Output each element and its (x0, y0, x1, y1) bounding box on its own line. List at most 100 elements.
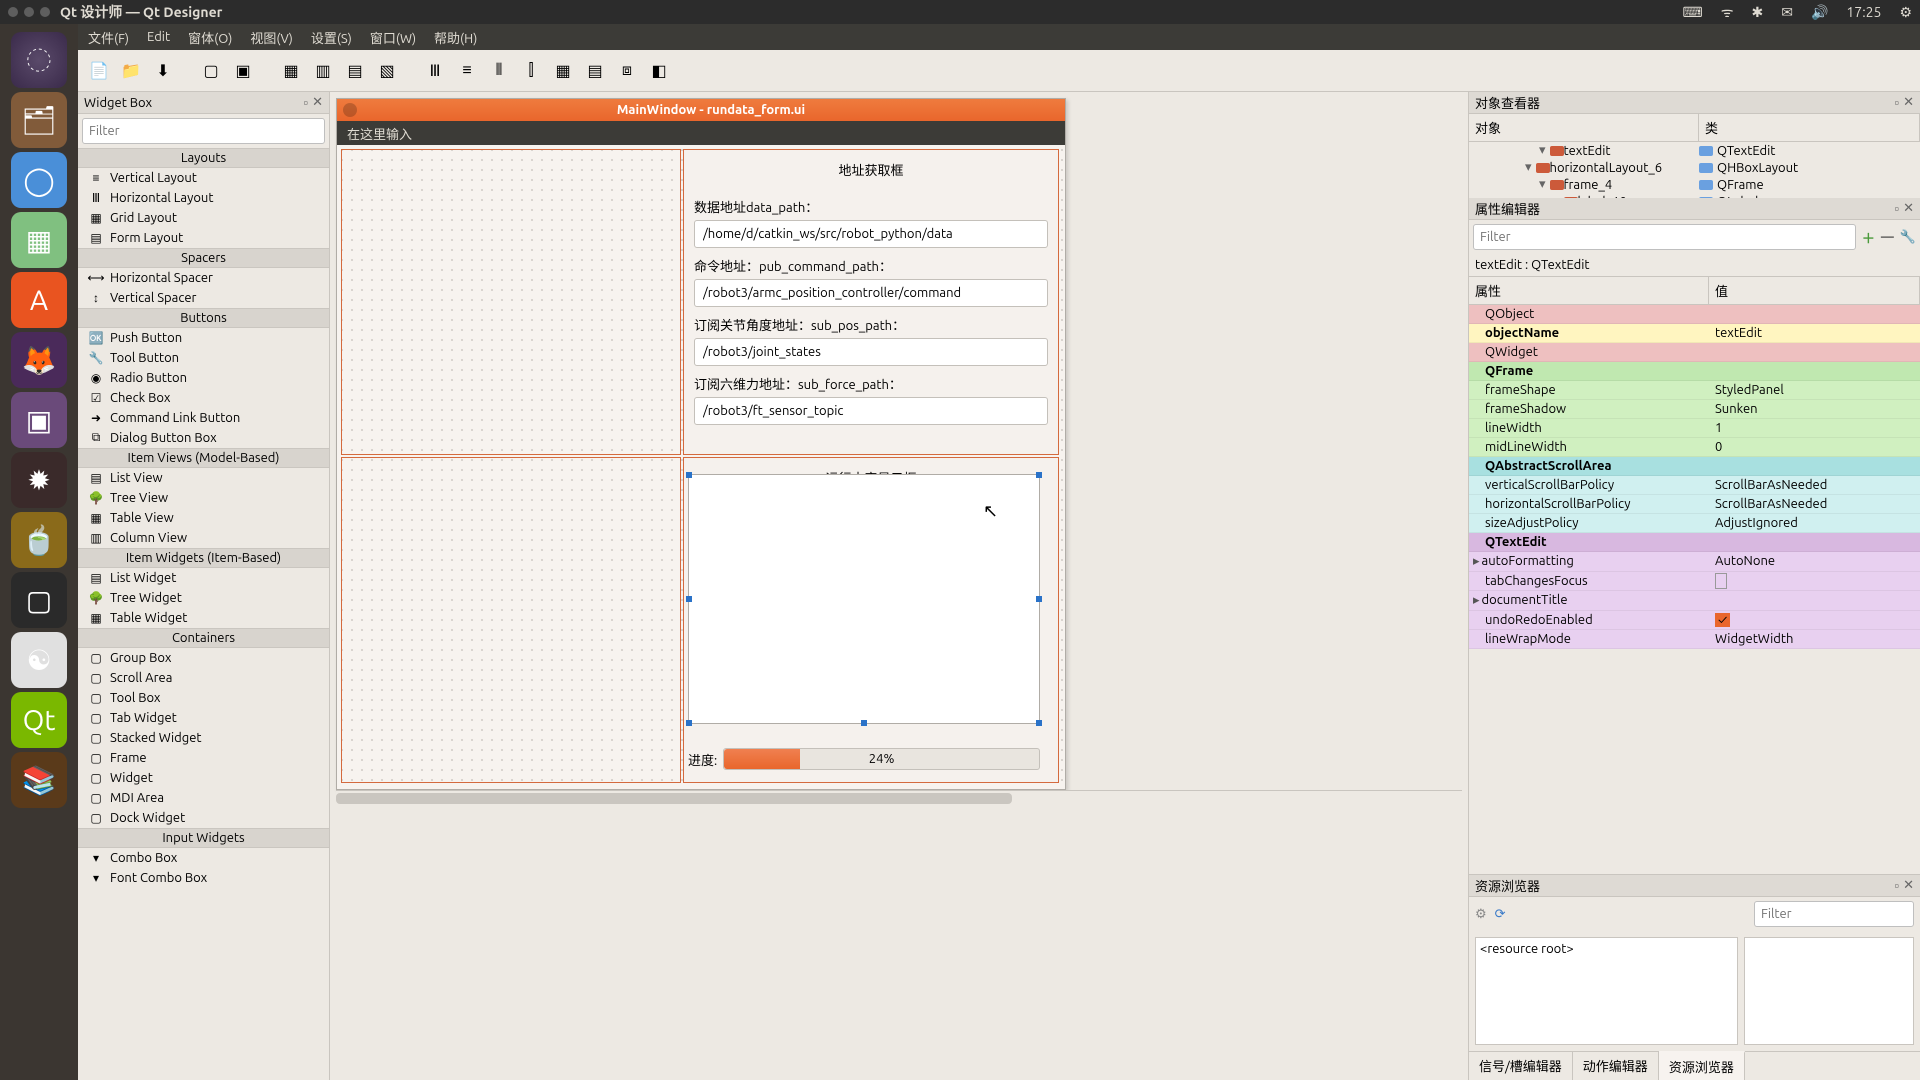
cat-itemviews[interactable]: Item Views (Model-Based) (78, 448, 329, 468)
design-menu-placeholder[interactable]: 在这里输入 (347, 124, 412, 143)
property-row[interactable]: frameShapeStyledPanel (1469, 381, 1920, 400)
item-grid-layout[interactable]: ▦Grid Layout (78, 208, 329, 228)
item-pushbutton[interactable]: 🆗Push Button (78, 328, 329, 348)
property-row[interactable]: sizeAdjustPolicyAdjustIgnored (1469, 514, 1920, 533)
item-treewidget[interactable]: 🌳Tree Widget (78, 588, 329, 608)
property-row[interactable]: QTextEdit (1469, 533, 1920, 552)
wrench-icon[interactable]: 🔧 (1900, 230, 1916, 245)
launcher-dash[interactable]: ◌ (11, 32, 67, 88)
resize-handle-w[interactable] (686, 596, 692, 602)
property-row[interactable]: lineWrapModeWidgetWidth (1469, 630, 1920, 649)
property-row[interactable]: tabChangesFocus (1469, 572, 1920, 591)
volume-icon[interactable]: 🔊 (1811, 4, 1828, 21)
layout-cell-bottomleft[interactable] (341, 457, 681, 783)
float-icon[interactable]: ▫ (1894, 878, 1899, 893)
field-datapath[interactable] (694, 220, 1048, 248)
launcher-calc[interactable]: ▦ (11, 212, 67, 268)
launcher-qtcreator[interactable]: Qt (11, 692, 67, 748)
menu-settings[interactable]: 设置(S) (311, 28, 352, 47)
item-widget[interactable]: ▢Widget (78, 768, 329, 788)
field-subforce[interactable] (694, 397, 1048, 425)
propedit-filter-input[interactable] (1473, 224, 1856, 250)
reload-icon[interactable]: ⟳ (1495, 907, 1506, 922)
item-scrollarea[interactable]: ▢Scroll Area (78, 668, 329, 688)
item-mdiarea[interactable]: ▢MDI Area (78, 788, 329, 808)
progress-bar[interactable]: 24% (723, 748, 1040, 770)
break-layout-icon[interactable]: ⧈ (614, 58, 640, 84)
cat-itemwidgets[interactable]: Item Widgets (Item-Based) (78, 548, 329, 568)
col-value[interactable]: 值 (1709, 277, 1920, 304)
property-row[interactable]: QWidget (1469, 343, 1920, 362)
cat-inputwidgets[interactable]: Input Widgets (78, 828, 329, 848)
layout-vsplit-icon[interactable]: ⫿ (518, 58, 544, 84)
resize-handle-sw[interactable] (686, 720, 692, 726)
property-row[interactable]: objectNametextEdit (1469, 324, 1920, 343)
menu-window[interactable]: 窗口(W) (370, 28, 416, 47)
layout-h-icon[interactable]: Ⅲ (422, 58, 448, 84)
design-body[interactable]: 地址获取框 数据地址data_path： 命令地址：pub_command_pa… (337, 145, 1065, 789)
property-row[interactable]: QObject (1469, 305, 1920, 324)
menu-help[interactable]: 帮助(H) (434, 28, 477, 47)
item-hspacer[interactable]: ⟷Horizontal Spacer (78, 268, 329, 288)
item-horizontal-layout[interactable]: ⅢHorizontal Layout (78, 188, 329, 208)
new-icon[interactable]: 📄 (86, 58, 112, 84)
layout-cell-bottomright[interactable]: 运行内容显示框 进度: (683, 457, 1059, 783)
item-tablewidget[interactable]: ▦Table Widget (78, 608, 329, 628)
item-radiobutton[interactable]: ◉Radio Button (78, 368, 329, 388)
property-row[interactable]: horizontalScrollBarPolicyScrollBarAsNeed… (1469, 495, 1920, 514)
property-row[interactable]: undoRedoEnabled✓ (1469, 611, 1920, 630)
item-vspacer[interactable]: ↕Vertical Spacer (78, 288, 329, 308)
item-columnview[interactable]: ▥Column View (78, 528, 329, 548)
edit-buddies-icon[interactable]: ▤ (342, 58, 368, 84)
item-fontcombobox[interactable]: ▾Font Combo Box (78, 868, 329, 888)
keyboard-icon[interactable]: ⌨ (1682, 4, 1702, 21)
clock[interactable]: 17:25 (1846, 4, 1881, 20)
menu-file[interactable]: 文件(F) (88, 28, 129, 47)
launcher-misc2[interactable]: ☯ (11, 632, 67, 688)
inspector-row[interactable]: ▾ textEditQTextEdit (1469, 142, 1920, 159)
bring-front-icon[interactable]: ▢ (198, 58, 224, 84)
item-treeview[interactable]: 🌳Tree View (78, 488, 329, 508)
win-max-icon[interactable] (40, 7, 50, 17)
launcher-files[interactable]: 🗂 (11, 92, 67, 148)
resource-tree[interactable]: <resource root> (1475, 937, 1738, 1045)
design-titlebar[interactable]: MainWindow - rundata_form.ui (337, 99, 1065, 121)
property-row[interactable]: lineWidth1 (1469, 419, 1920, 438)
layout-hsplit-icon[interactable]: ⫴ (486, 58, 512, 84)
tab-action[interactable]: 动作编辑器 (1573, 1052, 1659, 1080)
widgetbox-filter-input[interactable] (82, 118, 325, 144)
launcher-firefox[interactable]: 🦊 (11, 332, 67, 388)
cat-containers[interactable]: Containers (78, 628, 329, 648)
mail-icon[interactable]: ✉ (1781, 4, 1793, 21)
resize-handle-nw[interactable] (686, 472, 692, 478)
design-menubar[interactable]: 在这里输入 (337, 121, 1065, 145)
design-window[interactable]: MainWindow - rundata_form.ui 在这里输入 地址获取框… (336, 98, 1066, 790)
resbrowser-filter-input[interactable] (1754, 901, 1914, 927)
property-row[interactable]: QAbstractScrollArea (1469, 457, 1920, 476)
cat-buttons[interactable]: Buttons (78, 308, 329, 328)
edit-taborder-icon[interactable]: ▧ (374, 58, 400, 84)
power-icon[interactable]: ⚙ (1899, 4, 1912, 21)
canvas-hscroll-thumb[interactable] (336, 793, 1012, 804)
send-back-icon[interactable]: ▣ (230, 58, 256, 84)
property-row[interactable]: ▸documentTitle (1469, 591, 1920, 611)
widgetbox-list[interactable]: Layouts ≡Vertical Layout ⅢHorizontal Lay… (78, 148, 329, 1080)
inspector-tree[interactable]: 对象类 ▾ textEditQTextEdit▾ horizontalLayou… (1469, 114, 1920, 198)
remove-prop-icon[interactable]: — (1881, 230, 1894, 244)
item-tableview[interactable]: ▦Table View (78, 508, 329, 528)
float-icon[interactable]: ▫ (1894, 201, 1899, 216)
property-row[interactable]: QFrame (1469, 362, 1920, 381)
field-cmdpath[interactable] (694, 279, 1048, 307)
item-tabwidget[interactable]: ▢Tab Widget (78, 708, 329, 728)
resize-handle-e[interactable] (1036, 596, 1042, 602)
property-row[interactable]: midLineWidth0 (1469, 438, 1920, 457)
launcher-tea[interactable]: 🍵 (11, 512, 67, 568)
tab-signalslot[interactable]: 信号/槽编辑器 (1469, 1052, 1573, 1080)
wifi-icon[interactable]: ᯤ (1721, 3, 1734, 22)
resource-root[interactable]: <resource root> (1480, 942, 1574, 956)
launcher-chromium[interactable]: ◯ (11, 152, 67, 208)
col-object[interactable]: 对象 (1469, 114, 1699, 141)
edit-widgets-icon[interactable]: ▦ (278, 58, 304, 84)
item-form-layout[interactable]: ▤Form Layout (78, 228, 329, 248)
inspector-row[interactable]: ▾ frame_4QFrame (1469, 176, 1920, 193)
